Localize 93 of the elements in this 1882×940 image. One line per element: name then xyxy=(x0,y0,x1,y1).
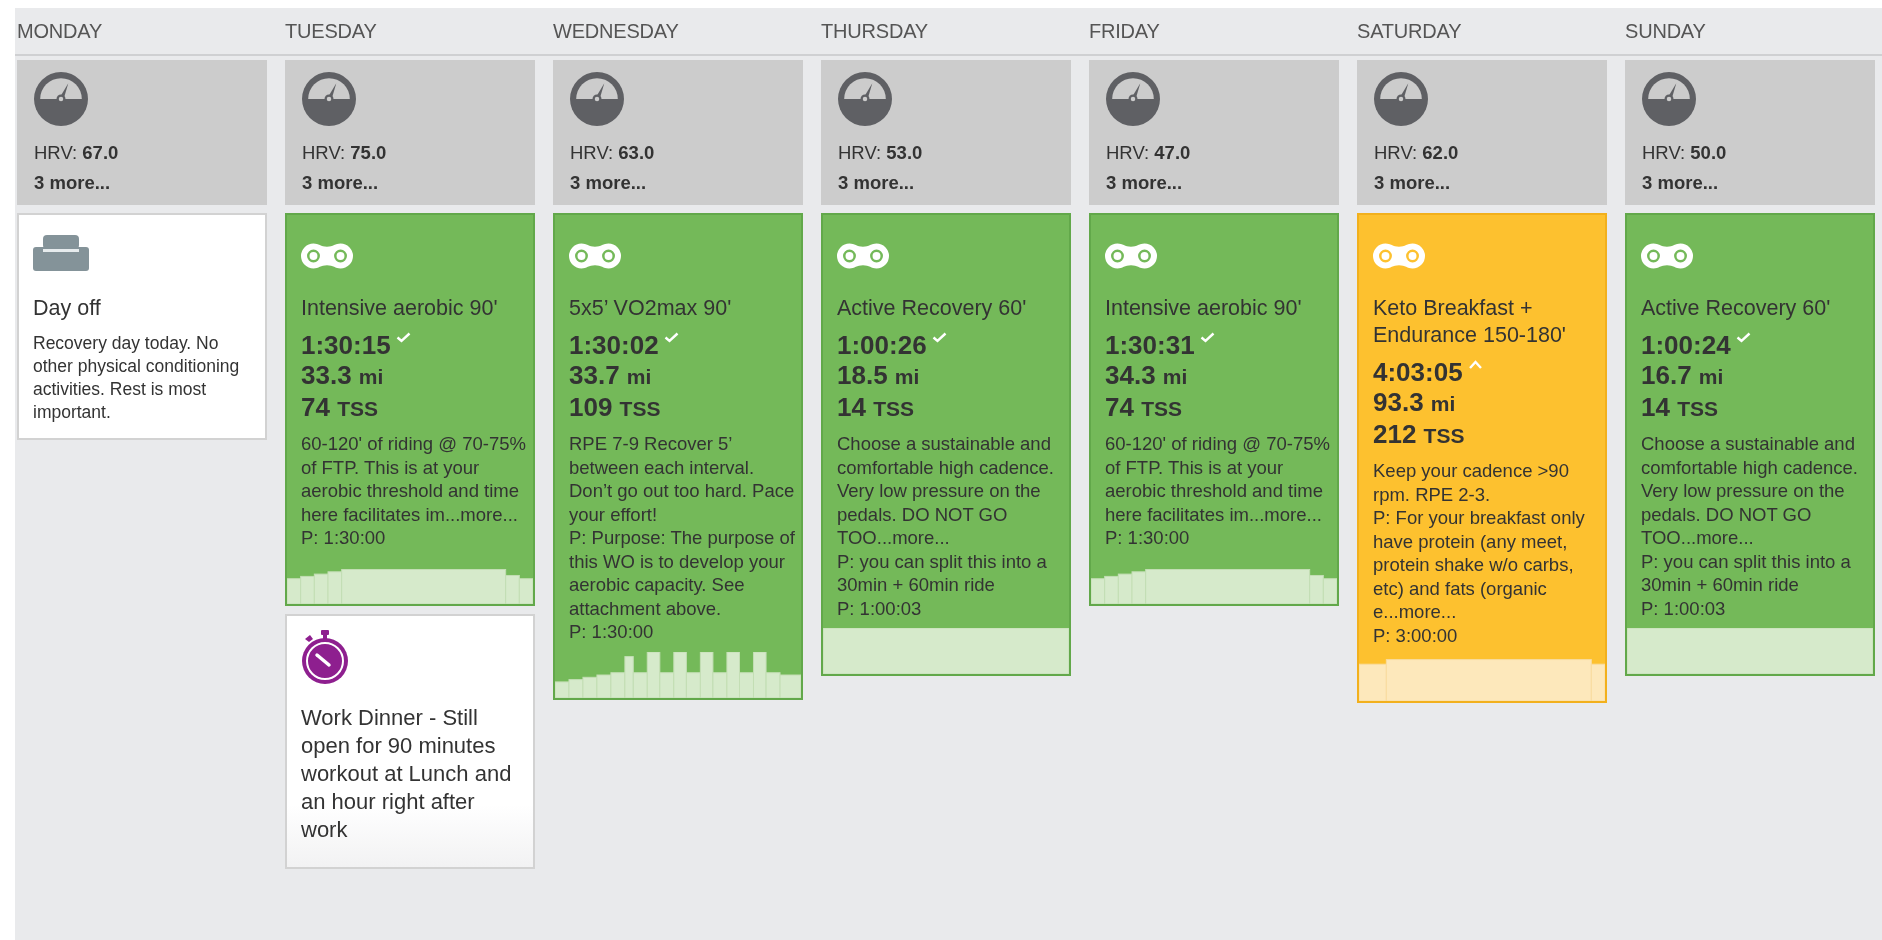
check-icon xyxy=(395,332,411,343)
workout-title: Active Recovery 60' xyxy=(1641,295,1832,322)
duration: 1:00:26 xyxy=(837,330,927,360)
hrv-value: HRV: 47.0 xyxy=(1106,142,1192,164)
workout-description: P: 1:30:00 xyxy=(1105,526,1191,550)
more-link[interactable]: 3 more... xyxy=(838,172,915,194)
gauge-icon xyxy=(1374,72,1428,126)
hrv-value: HRV: 53.0 xyxy=(838,142,924,164)
tss: 74 TSS xyxy=(301,392,378,424)
workout-description: P: Purpose: The purpose of this WO is to develop your aerobic capacity. See attachment above. xyxy=(569,526,796,620)
hrv-value: HRV: 50.0 xyxy=(1642,142,1728,164)
more-link[interactable]: 3 more... xyxy=(570,172,647,194)
workout-card[interactable] xyxy=(821,213,1071,676)
more-link[interactable]: 3 more... xyxy=(34,172,111,194)
workout-description: P: 1:00:03 xyxy=(1641,596,1727,620)
workout-description: P: 3:00:00 xyxy=(1373,623,1459,647)
distance: 33.3 mi xyxy=(301,360,384,392)
day-heading: MONDAY xyxy=(17,19,104,43)
chain-link-icon xyxy=(569,243,621,269)
caret-icon xyxy=(1467,359,1483,370)
tss: 109 TSS xyxy=(569,392,661,424)
workout-title: 5x5’ VO2max 90' xyxy=(569,295,733,322)
day-heading: WEDNESDAY xyxy=(553,19,680,43)
check-icon xyxy=(663,332,679,343)
distance: 18.5 mi xyxy=(837,360,920,392)
more-link[interactable]: 3 more... xyxy=(1374,172,1451,194)
gauge-icon xyxy=(570,72,624,126)
gauge-icon xyxy=(1106,72,1160,126)
distance: 16.7 mi xyxy=(1641,360,1724,392)
day-heading: TUESDAY xyxy=(285,19,378,43)
hrv-value: HRV: 67.0 xyxy=(34,142,120,164)
tss: 212 TSS xyxy=(1373,419,1465,451)
day-heading: THURSDAY xyxy=(821,19,929,43)
tss: 74 TSS xyxy=(1105,392,1182,424)
tss: 14 TSS xyxy=(1641,392,1718,424)
day-heading: FRIDAY xyxy=(1089,19,1161,43)
tss: 14 TSS xyxy=(837,392,914,424)
workout-description: 60-120' of riding @ 70-75% of FTP. This is at your aerobic threshold and time here facilitates im...more... xyxy=(301,432,527,526)
day-off-title: Day off xyxy=(33,295,102,322)
gauge-icon xyxy=(1642,72,1696,126)
workout-description: Choose a sustainable and comfortable high cadence. Very low pressure on the pedals. DO NOT GO TOO...more... xyxy=(1641,432,1859,550)
check-icon xyxy=(931,332,947,343)
day-heading: SATURDAY xyxy=(1357,19,1463,43)
chain-link-icon xyxy=(1641,243,1693,269)
gauge-icon xyxy=(302,72,356,126)
workout-description: P: For your breakfast only have protein (any meet, protein shake w/o carbs, etc) and fats (organic e...more... xyxy=(1373,506,1586,624)
hrv-value: HRV: 62.0 xyxy=(1374,142,1460,164)
more-link[interactable]: 3 more... xyxy=(302,172,379,194)
chain-link-icon xyxy=(837,243,889,269)
gauge-icon xyxy=(838,72,892,126)
distance: 34.3 mi xyxy=(1105,360,1188,392)
duration: 1:30:15 xyxy=(301,330,391,360)
workout-description: RPE 7-9 Recover 5’ between each interval. Don’t go out too hard. Pace your effort! xyxy=(569,432,796,526)
workout-card[interactable] xyxy=(1625,213,1875,676)
duration: 1:30:02 xyxy=(569,330,659,360)
duration: 1:00:24 xyxy=(1641,330,1731,360)
workout-title: Intensive aerobic 90' xyxy=(301,295,499,322)
workout-description: Keep your cadence >90 rpm. RPE 2-3. xyxy=(1373,459,1570,506)
workout-card[interactable] xyxy=(1357,213,1607,703)
workout-description: Choose a sustainable and comfortable high cadence. Very low pressure on the pedals. DO NOT GO TOO...more... xyxy=(837,432,1055,550)
workout-card[interactable] xyxy=(553,213,803,700)
event-card[interactable]: Work Dinner - Still open for 90 minutes workout at Lunch and an hour right after work xyxy=(285,613,535,869)
couch-icon xyxy=(33,235,89,271)
workout-description: P: 1:30:00 xyxy=(301,526,387,550)
workout-description: P: you can split this into a 30min + 60min ride xyxy=(837,549,1048,597)
day-off-description: Recovery day today. No other physical conditioning activities. Rest is most important. xyxy=(33,332,241,424)
workout-card[interactable]: Intensive aerobic 90' 1:30:31 34.3 mi 74 TSS 60-120' of riding @ 70-75% of FTP. This is at your aerobic threshold and time here facilitates im...more... P: 1:30:00 xyxy=(1089,213,1339,606)
distance: 93.3 mi xyxy=(1373,387,1456,419)
workout-title: Active Recovery 60' xyxy=(837,295,1028,322)
workout-description: P: 1:00:03 xyxy=(837,596,923,620)
chain-link-icon xyxy=(1373,243,1425,269)
hrv-value: HRV: 63.0 xyxy=(570,142,656,164)
distance: 33.7 mi xyxy=(569,360,652,392)
event-title: Work Dinner - Still open for 90 minutes workout at Lunch and an hour right after work xyxy=(301,703,513,844)
workout-description: P: 1:30:00 xyxy=(569,620,655,644)
day-off-card[interactable]: Day off Recovery day today. No other physical conditioning activities. Rest is most important. xyxy=(17,213,267,440)
more-link[interactable]: 3 more... xyxy=(1642,172,1719,194)
workout-card[interactable]: Intensive aerobic 90' 1:30:15 33.3 mi 74 TSS 60-120' of riding @ 70-75% of FTP. This is at your aerobic threshold and time here facilitates im...more... P: 1:30:00 xyxy=(285,213,535,606)
workout-description: P: you can split this into a 30min + 60min ride xyxy=(1641,549,1852,597)
workout-description: 60-120' of riding @ 70-75% of FTP. This is at your aerobic threshold and time here facilitates im...more... xyxy=(1105,432,1331,526)
duration: 1:30:31 xyxy=(1105,330,1195,360)
chain-link-icon xyxy=(301,243,353,269)
duration: 4:03:05 xyxy=(1373,357,1463,387)
day-heading: SUNDAY xyxy=(1625,19,1707,43)
chain-link-icon xyxy=(1105,243,1157,269)
more-link[interactable]: 3 more... xyxy=(1106,172,1183,194)
stopwatch-icon xyxy=(301,629,349,684)
workout-title: Intensive aerobic 90' xyxy=(1105,295,1303,322)
workout-title: Keto Breakfast + Endurance 150-180' xyxy=(1373,295,1567,349)
gauge-icon xyxy=(34,72,88,126)
hrv-value: HRV: 75.0 xyxy=(302,142,388,164)
check-icon xyxy=(1735,332,1751,343)
check-icon xyxy=(1199,332,1215,343)
